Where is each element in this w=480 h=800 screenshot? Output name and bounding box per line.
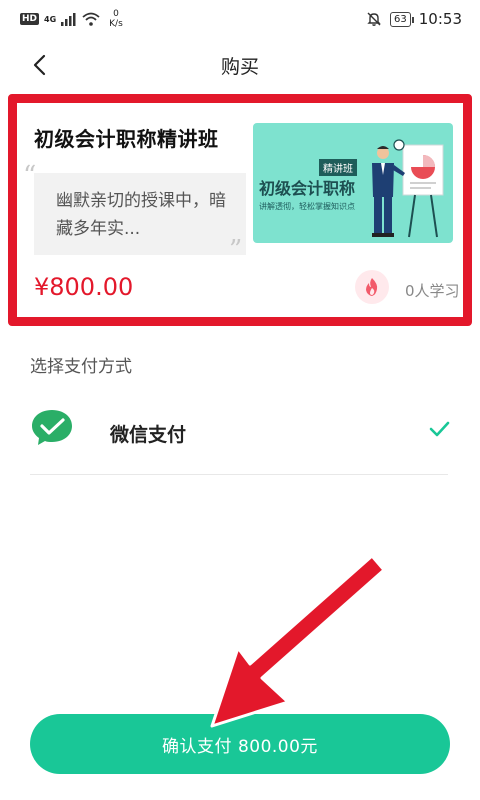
title-bar: 购买 bbox=[0, 38, 480, 92]
close-quote-icon: ” bbox=[229, 235, 243, 265]
check-icon bbox=[429, 421, 450, 437]
payment-section-title: 选择支付方式 bbox=[30, 357, 132, 377]
course-description: 幽默亲切的授课中，暗藏多年实... bbox=[56, 191, 226, 239]
wechat-pay-icon bbox=[32, 410, 72, 445]
thumbnail-badge: 精讲班 bbox=[319, 159, 357, 176]
course-title: 初级会计职称精讲班 bbox=[34, 127, 219, 151]
popularity-badge bbox=[355, 270, 389, 304]
divider bbox=[30, 474, 448, 475]
thumbnail-title: 初级会计职称 bbox=[259, 179, 356, 198]
payment-method-label: 微信支付 bbox=[110, 424, 187, 446]
learner-count: 0人学习 bbox=[405, 282, 460, 300]
battery-indicator: 63 bbox=[390, 11, 414, 27]
confirm-payment-button[interactable]: 确认支付 800.00元 bbox=[30, 714, 450, 774]
mute-bell-icon bbox=[367, 12, 381, 26]
flame-icon bbox=[366, 278, 378, 296]
status-bar: HD 4G 0 K/s 63 10:53 bbox=[0, 0, 480, 38]
speed-unit: K/s bbox=[109, 19, 123, 29]
wifi-icon bbox=[82, 12, 100, 26]
clock: 10:53 bbox=[418, 10, 462, 28]
course-description-box: 幽默亲切的授课中，暗藏多年实... bbox=[34, 173, 246, 255]
course-price: ¥800.00 bbox=[34, 273, 134, 301]
page-title: 购买 bbox=[220, 56, 259, 78]
thumbnail-subtitle: 讲解透彻，轻松掌握知识点 bbox=[259, 202, 355, 211]
teacher-illustration-icon bbox=[372, 139, 444, 238]
network-type: 4G bbox=[44, 15, 57, 24]
open-quote-icon: “ bbox=[23, 161, 37, 191]
course-thumbnail: 精讲班 初级会计职称 讲解透彻，轻松掌握知识点 bbox=[253, 123, 453, 243]
network-speed: 0 K/s bbox=[109, 9, 123, 29]
course-card[interactable]: 初级会计职称精讲班 幽默亲切的授课中，暗藏多年实... “ ” 精讲班 初级会计… bbox=[8, 94, 472, 326]
hd-badge: HD bbox=[20, 13, 40, 25]
speed-value: 0 bbox=[113, 9, 119, 19]
signal-icon bbox=[61, 12, 76, 26]
payment-option-wechat[interactable]: 微信支付 bbox=[30, 404, 450, 462]
